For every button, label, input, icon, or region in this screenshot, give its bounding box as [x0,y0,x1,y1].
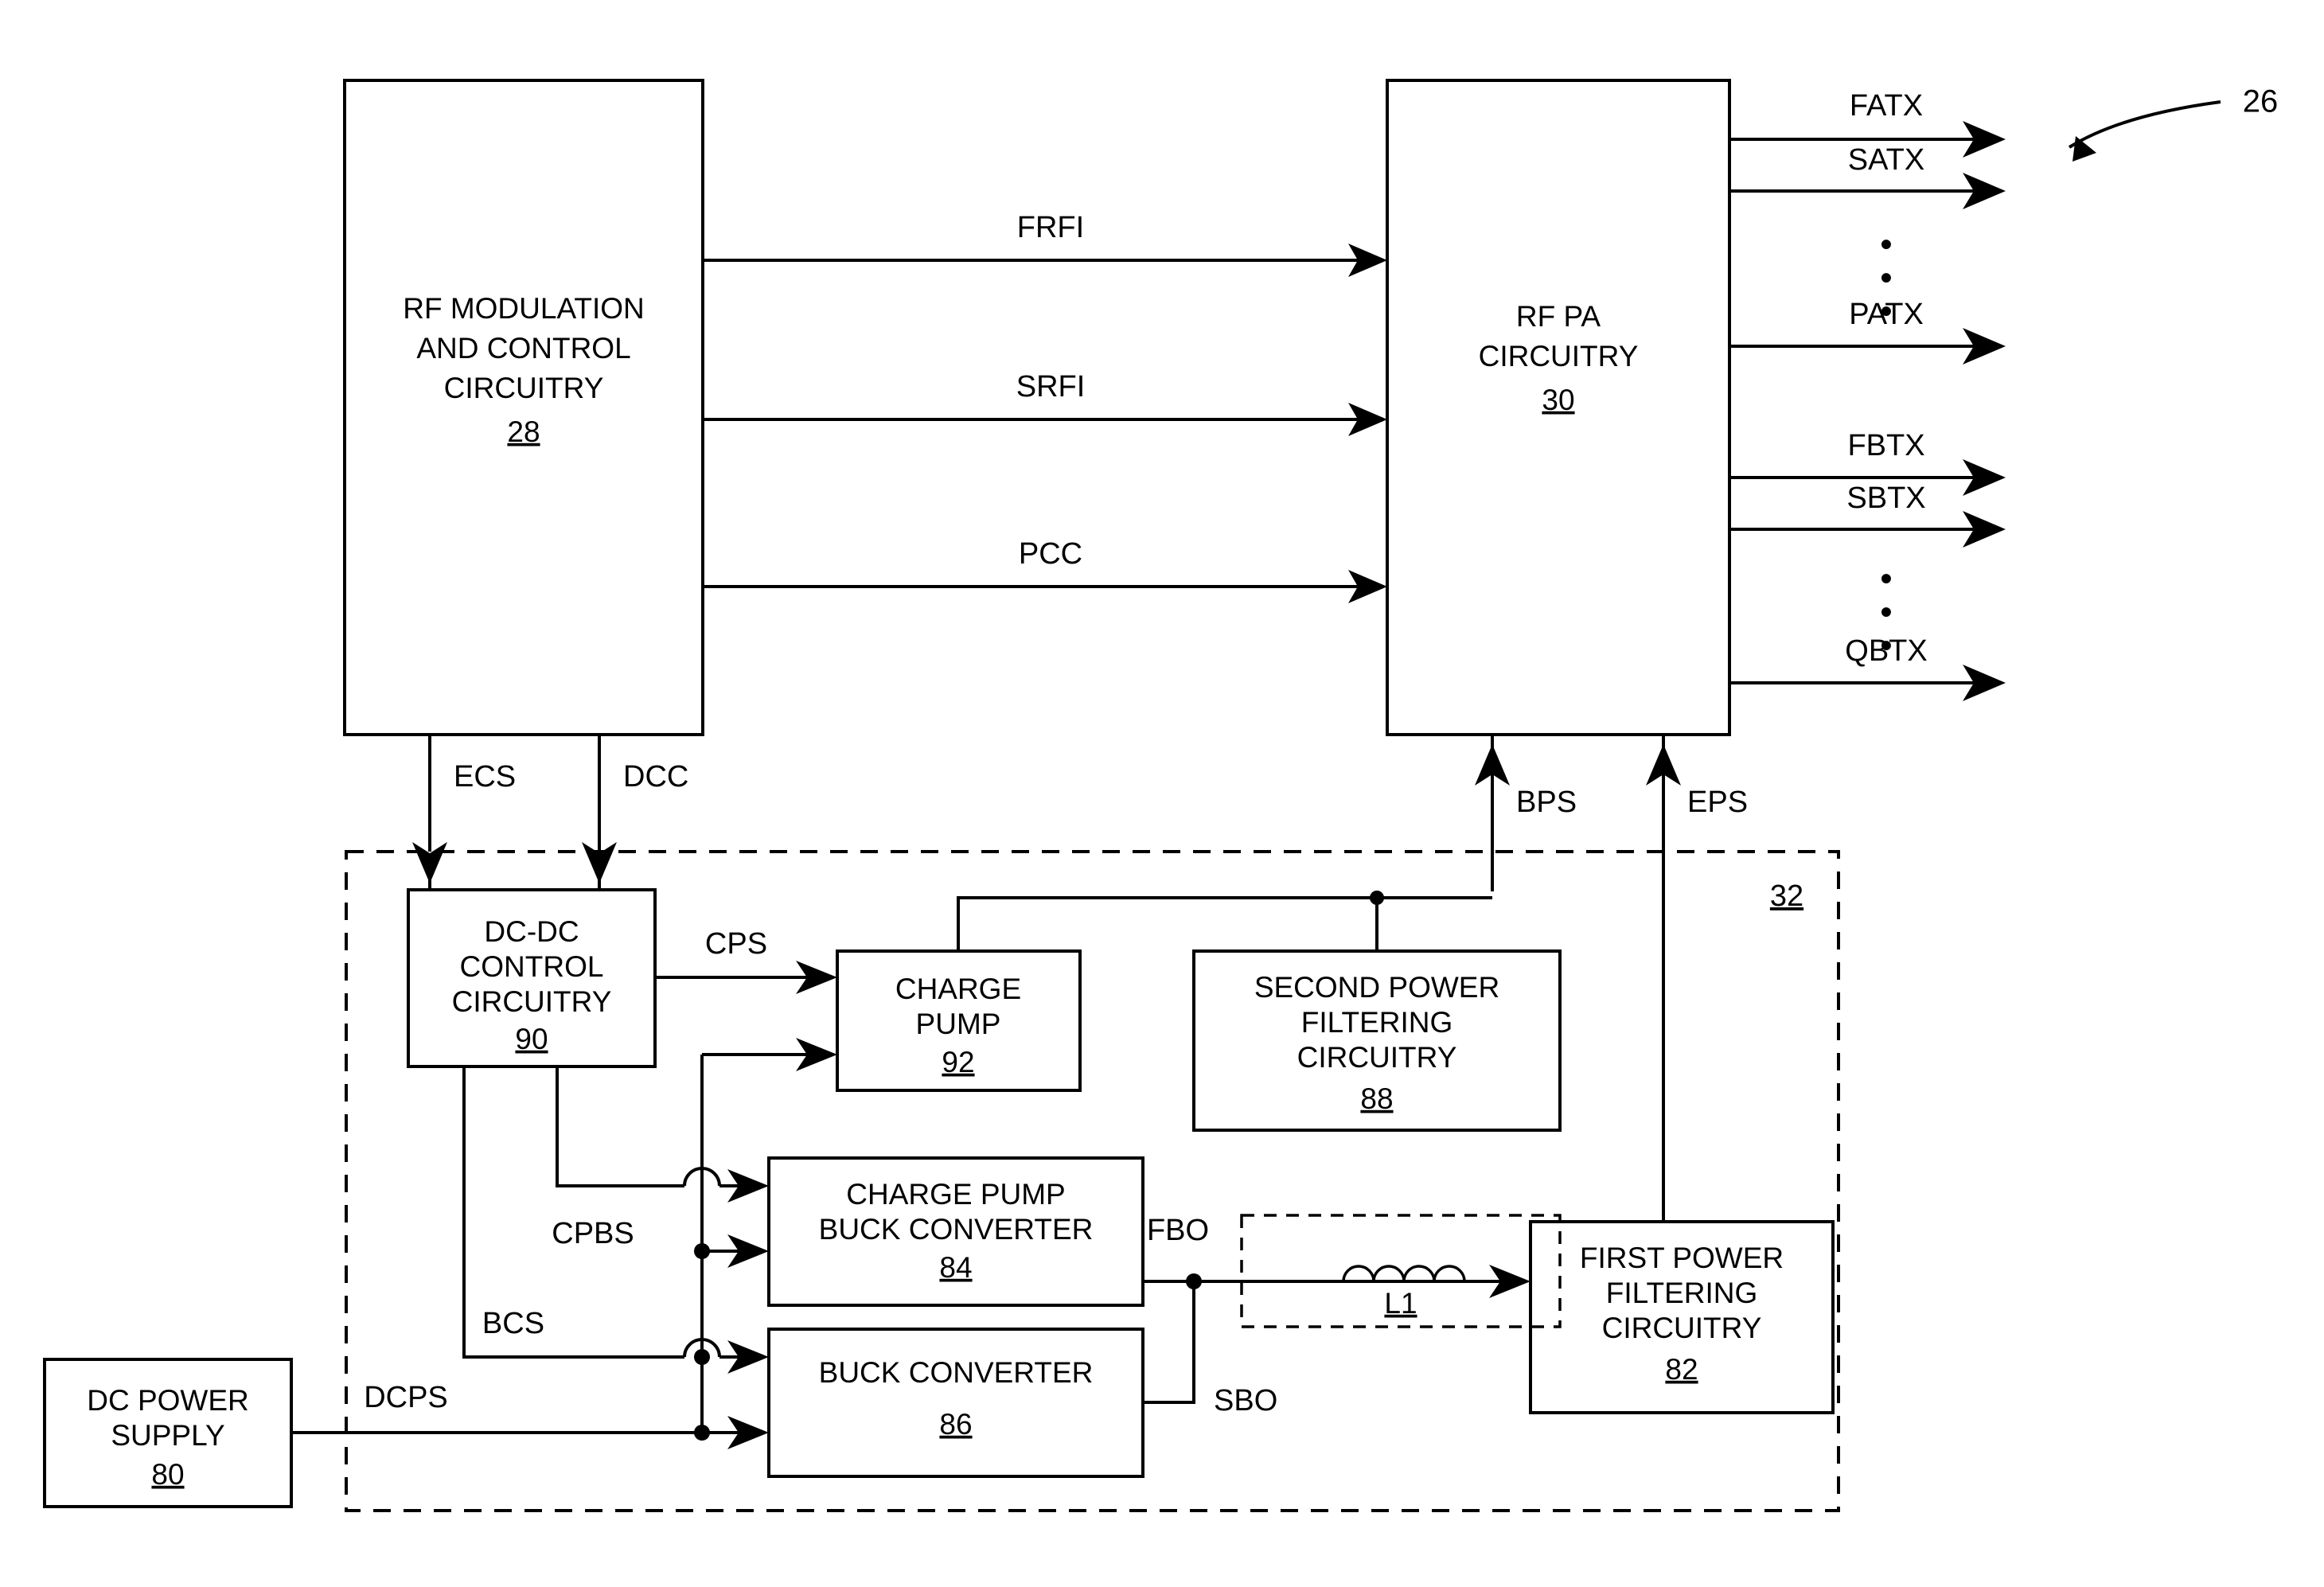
signal-sbo: SBO [1143,1281,1277,1417]
block-second-power-filtering-circuitry[interactable]: SECOND POWER FILTERING CIRCUITRY 88 [1192,949,1562,1132]
block-cpbc-line-2: BUCK CONVERTER [819,1213,1094,1246]
output-fatx-label: FATX [1850,89,1923,123]
signal-pcc-label: PCC [1019,537,1082,571]
signal-eps: EPS [1646,735,1748,1222]
signal-frfi: FRFI [703,211,1387,277]
signal-sbo-label: SBO [1214,1384,1277,1417]
block-charge-pump-line-2: PUMP [916,1008,1001,1040]
signal-frfi-label: FRFI [1017,211,1084,244]
output-sbtx-label: SBTX [1846,482,1925,515]
signal-fbo-label: FBO [1147,1214,1209,1247]
block-dcps-numeral: 80 [151,1458,184,1491]
inductor-l1-label: L1 [1384,1287,1417,1320]
signal-dcc-label: DCC [623,760,688,794]
block-first-filtering-line-1: FIRST POWER [1580,1242,1784,1274]
signal-srfi: SRFI [703,370,1387,436]
signal-fbo: FBO [1143,1214,1530,1298]
block-cpbc-numeral: 84 [939,1251,972,1284]
block-cpbc-line-1: CHARGE PUMP [846,1178,1065,1211]
output-patx-label: PATX [1849,298,1924,331]
figure-reference-numeral: 26 [2243,84,2279,119]
block-first-filtering-line-2: FILTERING [1606,1277,1758,1309]
signal-cps-label: CPS [705,927,767,961]
signal-bps-label: BPS [1516,786,1577,819]
output-satx-label: SATX [1848,143,1924,177]
block-diagram-svg: RF MODULATION AND CONTROL CIRCUITRY 28 R… [43,79,2279,1512]
block-charge-pump-numeral: 92 [942,1046,974,1078]
block-dcdc-line-2: CONTROL [460,950,604,983]
subsystem-numeral-32: 32 [1770,879,1803,913]
block-second-filtering-line-3: CIRCUITRY [1297,1041,1457,1074]
block-dc-power-supply[interactable]: DC POWER SUPPLY 80 [43,1358,293,1508]
block-second-filtering-line-1: SECOND POWER [1254,971,1499,1004]
signal-srfi-label: SRFI [1016,370,1086,404]
block-first-filtering-line-3: CIRCUITRY [1602,1312,1762,1344]
block-charge-pump-line-1: CHARGE [895,973,1021,1005]
block-buck-converter[interactable]: BUCK CONVERTER 86 [767,1328,1144,1478]
block-dcdc-line-3: CIRCUITRY [452,985,612,1018]
block-second-filtering-line-2: FILTERING [1301,1006,1453,1039]
block-dc-dc-control-circuitry[interactable]: DC-DC CONTROL CIRCUITRY 90 [407,888,657,1068]
output-sbtx: SBTX [1729,482,2006,548]
signal-dcc: DCC [582,735,688,891]
signal-bps: BPS [1475,735,1577,891]
block-charge-pump[interactable]: CHARGE PUMP 92 [836,949,1082,1092]
output-qbtx: QBTX [1729,634,2006,701]
block-dcdc-numeral: 90 [515,1023,548,1055]
block-dcps-line-2: SUPPLY [111,1419,224,1452]
block-first-filtering-numeral: 82 [1665,1353,1698,1386]
block-rf-modulation-line-1: RF MODULATION [403,292,645,325]
bus-charge-pump-to-bps [957,891,1492,951]
block-rf-modulation-line-2: AND CONTROL [416,332,630,365]
block-dcps-line-1: DC POWER [87,1384,249,1417]
block-buck-numeral: 86 [939,1408,972,1441]
output-patx: PATX [1729,298,2006,365]
signal-pcc: PCC [703,537,1387,603]
component-inductor-l1: L1 [1240,1214,1562,1328]
block-rf-pa-line-2: CIRCUITRY [1479,340,1639,372]
signal-dcps-label: DCPS [364,1381,448,1414]
signal-cps: CPS [655,927,837,994]
patent-figure-canvas: RF MODULATION AND CONTROL CIRCUITRY 28 R… [0,0,2324,1587]
block-rf-modulation-and-control-circuitry[interactable]: RF MODULATION AND CONTROL CIRCUITRY 28 [343,79,704,736]
signal-ecs: ECS [412,735,516,891]
block-rf-modulation-numeral: 28 [507,415,540,448]
block-charge-pump-buck-converter[interactable]: CHARGE PUMP BUCK CONVERTER 84 [767,1156,1144,1307]
block-buck-line-1: BUCK CONVERTER [819,1356,1094,1389]
block-second-filtering-numeral: 88 [1360,1082,1393,1115]
signal-cpbs-label: CPBS [552,1217,634,1250]
output-fbtx-label: FBTX [1847,429,1924,462]
block-rf-pa-numeral: 30 [1542,384,1574,416]
signal-bcs-label: BCS [482,1307,544,1340]
signal-cpbs: CPBS [552,1066,769,1250]
signal-ecs-label: ECS [454,760,516,794]
figure-reference-leader: 26 [2068,84,2279,162]
block-dcdc-line-1: DC-DC [484,915,579,948]
output-qbtx-label: QBTX [1845,634,1927,668]
block-rf-pa-circuitry[interactable]: RF PA CIRCUITRY 30 [1386,79,1731,736]
signal-eps-label: EPS [1687,786,1748,819]
block-first-power-filtering-circuitry[interactable]: FIRST POWER FILTERING CIRCUITRY 82 [1529,1220,1835,1414]
output-satx: SATX [1729,143,2006,209]
block-rf-pa-line-1: RF PA [1516,300,1601,333]
block-rf-modulation-line-3: CIRCUITRY [444,372,604,404]
